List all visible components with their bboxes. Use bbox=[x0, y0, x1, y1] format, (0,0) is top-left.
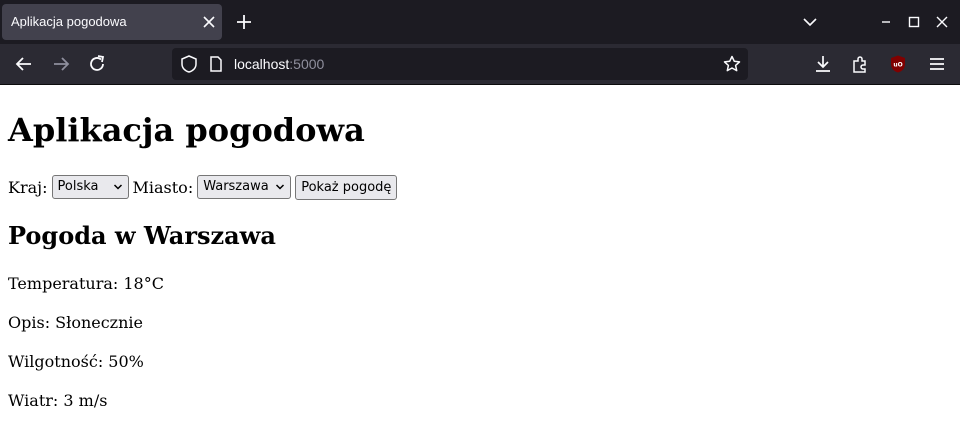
location-form: Kraj: Polska Miasto: Warszawa Pokaż pogo… bbox=[8, 174, 398, 200]
show-weather-button[interactable]: Pokaż pogodę bbox=[295, 174, 398, 200]
temperature-text: Temperatura: 18°C bbox=[8, 274, 164, 293]
city-label: Miasto: bbox=[132, 177, 194, 197]
tab-title: Aplikacja pogodowa bbox=[11, 14, 127, 29]
weather-title: Pogoda w Warszawa bbox=[8, 221, 276, 250]
plus-icon[interactable] bbox=[234, 12, 254, 32]
description-text: Opis: Słonecznie bbox=[8, 313, 143, 332]
download-icon[interactable] bbox=[812, 53, 834, 75]
browser-tab[interactable]: Aplikacja pogodowa bbox=[2, 4, 222, 40]
country-select-value: Polska bbox=[57, 179, 99, 194]
humidity-text: Wilgotność: 50% bbox=[8, 352, 144, 371]
svg-text:uO: uO bbox=[893, 62, 902, 69]
maximize-icon[interactable] bbox=[904, 12, 924, 32]
city-select-value: Warszawa bbox=[203, 179, 269, 194]
hamburger-menu-icon[interactable] bbox=[926, 53, 948, 75]
minimize-icon[interactable] bbox=[876, 12, 896, 32]
country-label: Kraj: bbox=[8, 177, 48, 197]
extensions-icon[interactable] bbox=[849, 53, 871, 75]
country-select[interactable]: Polska bbox=[51, 175, 129, 199]
chevron-down-icon[interactable] bbox=[800, 12, 820, 32]
page-title: Aplikacja pogodowa bbox=[8, 111, 365, 149]
chevron-down-icon bbox=[113, 182, 123, 192]
close-icon[interactable] bbox=[199, 12, 219, 32]
city-select[interactable]: Warszawa bbox=[197, 175, 292, 199]
ublock-icon[interactable]: uO bbox=[888, 54, 908, 74]
shield-icon[interactable] bbox=[179, 54, 199, 74]
page-icon[interactable] bbox=[206, 54, 226, 74]
reload-icon[interactable] bbox=[86, 53, 108, 75]
browser-toolbar: localhost:5000 uO bbox=[0, 44, 960, 85]
url-host: localhost bbox=[234, 56, 290, 72]
url-bar[interactable]: localhost:5000 bbox=[172, 48, 748, 80]
wind-text: Wiatr: 3 m/s bbox=[8, 391, 108, 410]
star-icon[interactable] bbox=[722, 54, 742, 74]
chevron-down-icon bbox=[275, 182, 285, 192]
browser-titlebar: Aplikacja pogodowa bbox=[0, 0, 960, 44]
window-close-icon[interactable] bbox=[932, 12, 952, 32]
back-arrow-icon[interactable] bbox=[13, 53, 35, 75]
forward-arrow-icon[interactable] bbox=[50, 53, 72, 75]
url-port: :5000 bbox=[289, 56, 325, 72]
url-text[interactable]: localhost:5000 bbox=[234, 56, 324, 72]
